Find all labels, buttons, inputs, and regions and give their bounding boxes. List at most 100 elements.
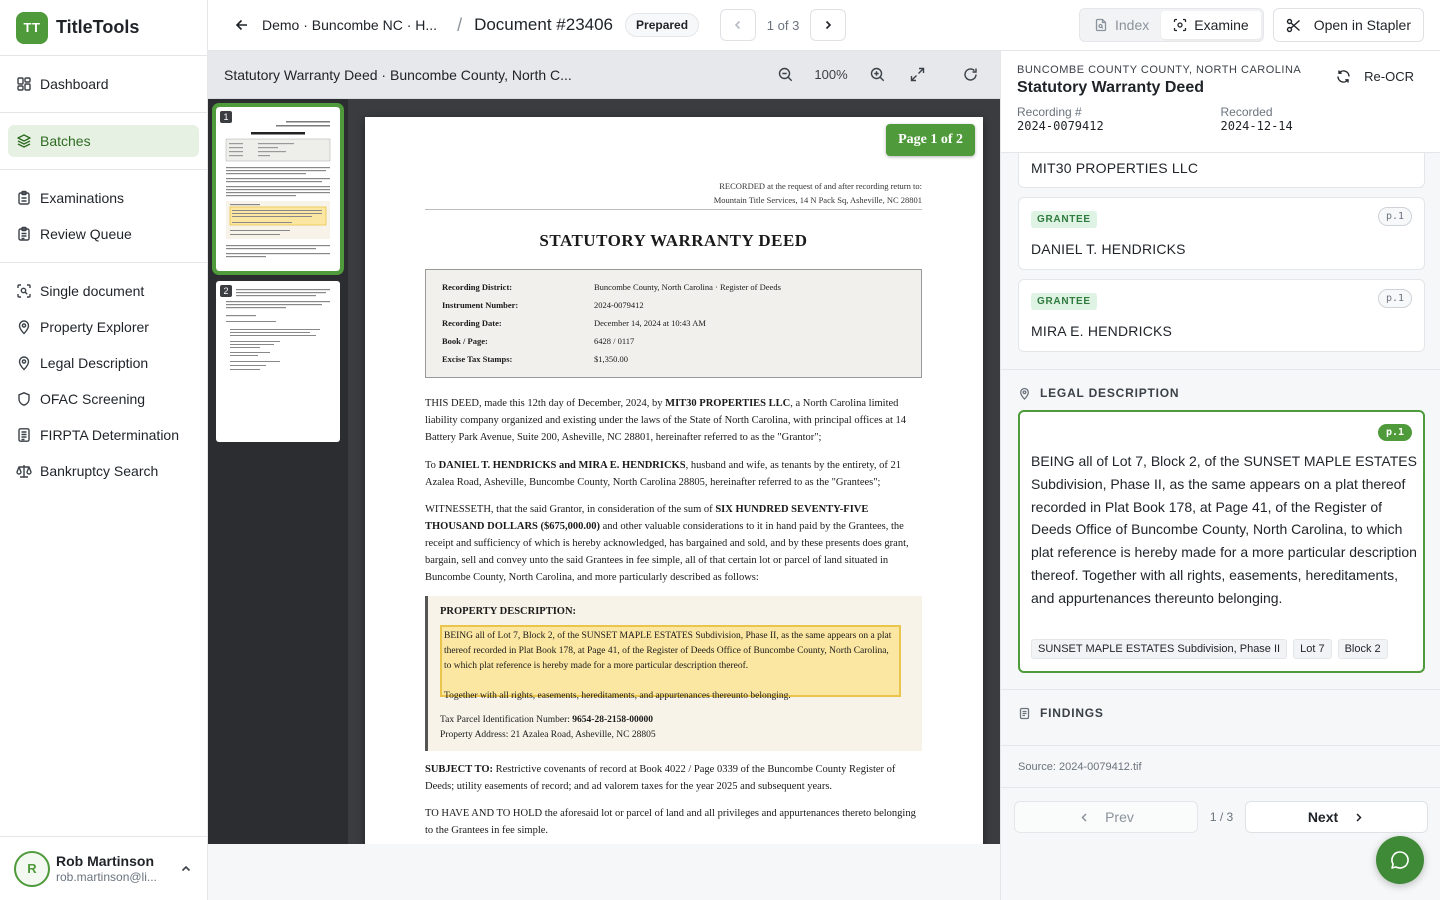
thumbnail-page-2[interactable]: 2 <box>216 281 340 442</box>
document-canvas[interactable]: Page 1 of 2 RECORDED at the request of a… <box>348 99 1000 844</box>
next-document-button[interactable] <box>810 9 847 41</box>
chevron-right-icon <box>1356 812 1362 822</box>
topbar: Demo · Buncombe NC · H... / Document #23… <box>208 0 1440 51</box>
user-menu[interactable]: R Rob Martinson rob.martinson@li... <box>0 836 207 900</box>
party-name: MIT30 PROPERTIES LLC <box>1031 160 1199 176</box>
status-badge: Prepared <box>625 13 700 37</box>
rotate-button[interactable] <box>956 61 984 89</box>
sidebar-item-dashboard[interactable]: Dashboard <box>8 68 199 100</box>
nav-group-main: Dashboard <box>0 56 207 113</box>
prev-button[interactable]: Prev <box>1014 801 1198 833</box>
page-title: Document #23406 <box>474 15 614 34</box>
zoom-in-button[interactable] <box>863 61 891 89</box>
party-name: MIRA E. HENDRICKS <box>1031 323 1173 339</box>
arrow-left-icon[interactable] <box>232 15 252 35</box>
scissors-icon <box>1286 18 1300 32</box>
recorded-date-field: Recorded 2024-12-14 <box>1221 105 1425 133</box>
map-pin-icon <box>18 320 30 335</box>
sidebar-item-label: Examinations <box>40 190 125 206</box>
user-email: rob.martinson@li... <box>56 869 157 884</box>
sidebar-item-label: OFAC Screening <box>40 391 146 407</box>
clipboard-list-icon <box>18 226 30 241</box>
breadcrumb-separator: / <box>457 14 463 35</box>
viewer-tools: 100% <box>771 61 984 89</box>
recording-number-field: Recording # 2024-0079412 <box>1017 105 1221 133</box>
chat-button[interactable] <box>1376 836 1424 884</box>
scale-icon <box>16 465 32 478</box>
chat-bubble-icon <box>1391 851 1409 869</box>
map-pin-icon <box>1020 387 1029 400</box>
info-key: Instrument Number: <box>442 300 519 311</box>
sidebar-item-label: Review Queue <box>40 226 132 242</box>
party-card-grantee-1[interactable]: GRANTEE p.1 DANIEL T. HENDRICKS <box>1018 197 1425 270</box>
parcel-info: Tax Parcel Identification Number: 9654-2… <box>440 713 910 743</box>
sidebar-item-legal-description[interactable]: Legal Description <box>8 347 199 379</box>
panel-navigation: Prev 1 / 3 Next <box>1001 787 1440 900</box>
party-card-grantor[interactable]: MIT30 PROPERTIES LLC <box>1018 153 1425 188</box>
brand-name: TitleTools <box>56 17 140 37</box>
tab-examine[interactable]: Examine <box>1161 11 1261 39</box>
sidebar-item-label: Dashboard <box>40 76 109 92</box>
paragraph-witnesseth: WITNESSETH, that the said Grantor, in co… <box>425 501 922 586</box>
sidebar-item-label: Single document <box>40 283 145 299</box>
viewer-bottom-strip <box>208 844 1000 900</box>
thumbnail-page-1[interactable]: 1 <box>212 103 344 275</box>
sidebar-item-examinations[interactable]: Examinations <box>8 182 199 214</box>
page-indicator-badge: Page 1 of 2 <box>886 124 975 156</box>
next-button[interactable]: Next <box>1245 801 1428 833</box>
sidebar-item-review-queue[interactable]: Review Queue <box>8 218 199 250</box>
page-ref-button[interactable]: p.1 <box>1377 207 1412 226</box>
chevron-up-icon[interactable] <box>179 862 193 876</box>
avatar: R <box>14 850 50 887</box>
fullscreen-button[interactable] <box>903 61 931 89</box>
info-key: Recording District: <box>442 282 513 293</box>
info-value: 6428 / 0117 <box>594 336 635 347</box>
brand-logo: TT <box>16 11 48 44</box>
grantor-name-bold: MIT30 PROPERTIES LLC <box>665 398 791 409</box>
document-pager: 1 of 3 <box>720 9 847 41</box>
parcel-label: Tax Parcel Identification Number: <box>440 714 573 725</box>
sidebar-item-batches[interactable]: Batches <box>8 125 199 157</box>
zoom-out-button[interactable] <box>771 61 799 89</box>
text-run: THIS DEED, made this 12th day of Decembe… <box>425 398 666 409</box>
page-ref-button[interactable]: p.1 <box>1377 424 1412 441</box>
sidebar-item-firpta-determination[interactable]: FIRPTA Determination <box>8 419 199 451</box>
info-row: Instrument Number: 2024-0079412 <box>442 297 905 315</box>
info-key: Book / Page: <box>442 336 488 347</box>
sidebar-item-single-document[interactable]: Single document <box>8 275 199 307</box>
sidebar-item-label: Bankruptcy Search <box>40 463 159 479</box>
prev-document-button[interactable] <box>720 9 757 41</box>
breadcrumb-batch[interactable]: Demo · Buncombe NC · H... <box>262 17 437 33</box>
layers-icon <box>17 134 31 148</box>
property-description-heading: PROPERTY DESCRIPTION: <box>440 606 577 617</box>
section-divider <box>1001 745 1440 746</box>
info-value: Buncombe County, North Carolina · Regist… <box>594 282 781 293</box>
sidebar-item-label: Batches <box>40 133 91 149</box>
extraction-panel: BUNCOMBE COUNTY COUNTY, NORTH CAROLINA S… <box>1000 51 1440 900</box>
section-divider <box>1001 369 1440 370</box>
chip-block: Block 2 <box>1337 639 1388 659</box>
thumbnail-preview <box>226 289 330 370</box>
recording-number-value: 2024-0079412 <box>1017 119 1104 133</box>
sidebar-item-bankruptcy-search[interactable]: Bankruptcy Search <box>8 455 199 487</box>
sidebar-item-ofac-screening[interactable]: OFAC Screening <box>8 383 199 415</box>
expand-icon <box>910 67 924 82</box>
recorded-date-label: Recorded <box>1220 105 1273 119</box>
legal-description-card[interactable]: p.1 BEING all of Lot 7, Block 2, of the … <box>1018 410 1425 673</box>
open-in-stapler-button[interactable]: Open in Stapler <box>1272 8 1424 42</box>
findings-label: FINDINGS <box>1040 706 1104 720</box>
role-tag: GRANTEE <box>1031 293 1097 310</box>
party-card-grantee-2[interactable]: GRANTEE p.1 MIRA E. HENDRICKS <box>1018 279 1425 352</box>
tab-index[interactable]: Index <box>1082 11 1161 39</box>
brand[interactable]: TT TitleTools <box>0 0 207 56</box>
open-in-stapler-label: Open in Stapler <box>1313 17 1411 33</box>
sidebar-item-property-explorer[interactable]: Property Explorer <box>8 311 199 343</box>
grantee-names-bold: DANIEL T. HENDRICKS and MIRA E. HENDRICK… <box>438 460 686 471</box>
page-ref-button[interactable]: p.1 <box>1377 289 1412 308</box>
document-icon <box>1019 707 1030 719</box>
info-value: December 14, 2024 at 10:43 AM <box>594 318 706 329</box>
legal-description-highlight[interactable]: BEING all of Lot 7, Block 2, of the SUNS… <box>440 624 901 701</box>
pager-count: 1 of 3 <box>766 17 800 33</box>
text-run: To <box>425 460 439 471</box>
re-ocr-button[interactable]: Re-OCR <box>1336 69 1414 84</box>
